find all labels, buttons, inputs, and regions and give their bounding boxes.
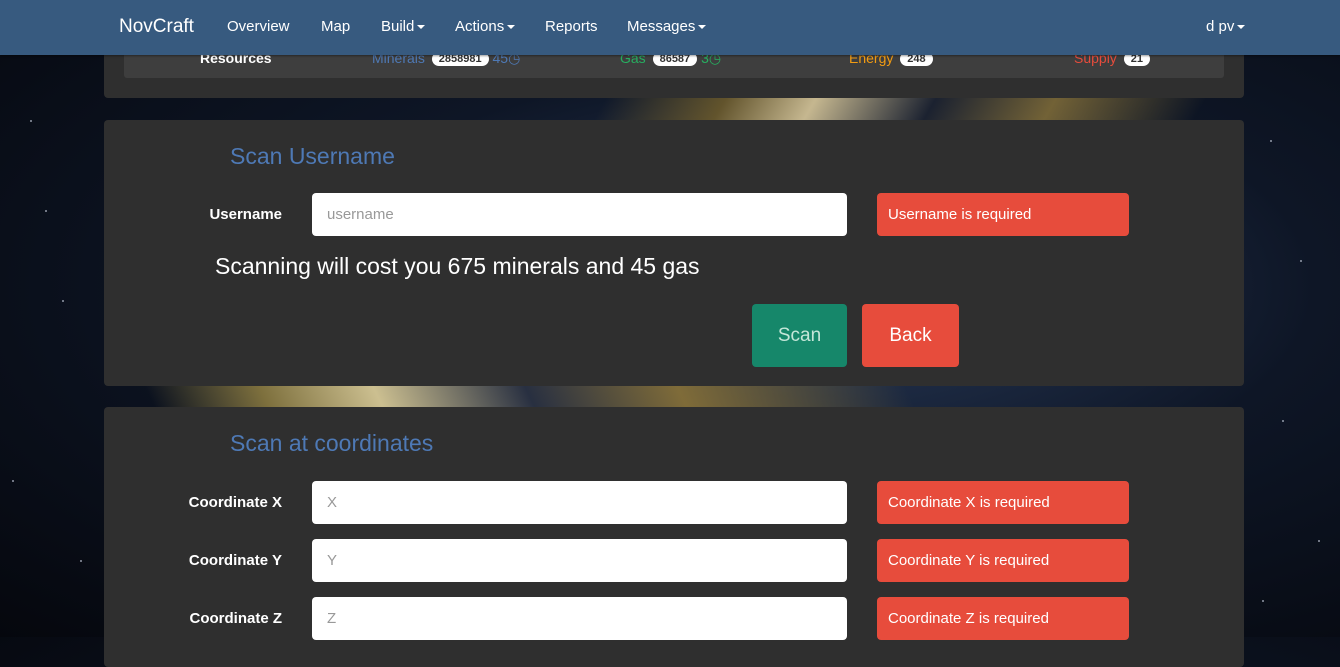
- user-menu-dropdown[interactable]: d pv: [1206, 18, 1246, 35]
- nav-messages-dropdown[interactable]: Messages: [627, 18, 707, 35]
- caret-down-icon: [698, 25, 707, 30]
- top-navbar: NovCraft Overview Map Build Actions Repo…: [0, 0, 1340, 55]
- scan-cost-text: Scanning will cost you 675 minerals and …: [215, 253, 700, 279]
- scan-username-panel: Scan Username Username Username is requi…: [104, 120, 1244, 386]
- caret-down-icon: [417, 25, 426, 30]
- coordinate-x-error: Coordinate X is required: [877, 481, 1129, 524]
- caret-down-icon: [1237, 25, 1246, 30]
- caret-down-icon: [507, 25, 516, 30]
- nav-actions-dropdown[interactable]: Actions: [455, 18, 516, 35]
- coordinate-z-input[interactable]: [312, 597, 847, 640]
- coordinate-z-label: Coordinate Z: [189, 610, 283, 627]
- scan-button[interactable]: Scan: [752, 304, 847, 367]
- username-error: Username is required: [877, 193, 1129, 236]
- scan-username-title: Scan Username: [230, 143, 395, 169]
- coordinate-x-input[interactable]: [312, 481, 847, 524]
- nav-map[interactable]: Map: [321, 18, 350, 35]
- back-button[interactable]: Back: [862, 304, 959, 367]
- scan-coordinates-title: Scan at coordinates: [230, 430, 434, 456]
- coordinate-y-error: Coordinate Y is required: [877, 539, 1129, 582]
- nav-build-dropdown[interactable]: Build: [381, 18, 426, 35]
- coordinate-y-input[interactable]: [312, 539, 847, 582]
- scan-coordinates-panel: Scan at coordinates Coordinate X Coordin…: [104, 407, 1244, 667]
- coordinate-z-error: Coordinate Z is required: [877, 597, 1129, 640]
- username-input[interactable]: [312, 193, 847, 236]
- nav-reports[interactable]: Reports: [545, 18, 598, 35]
- username-label: Username: [209, 206, 282, 223]
- coordinate-x-label: Coordinate X: [188, 494, 282, 511]
- brand-logo[interactable]: NovCraft: [119, 16, 194, 38]
- nav-overview[interactable]: Overview: [227, 18, 290, 35]
- coordinate-y-label: Coordinate Y: [188, 552, 282, 569]
- starship-image-top: [592, 96, 1208, 122]
